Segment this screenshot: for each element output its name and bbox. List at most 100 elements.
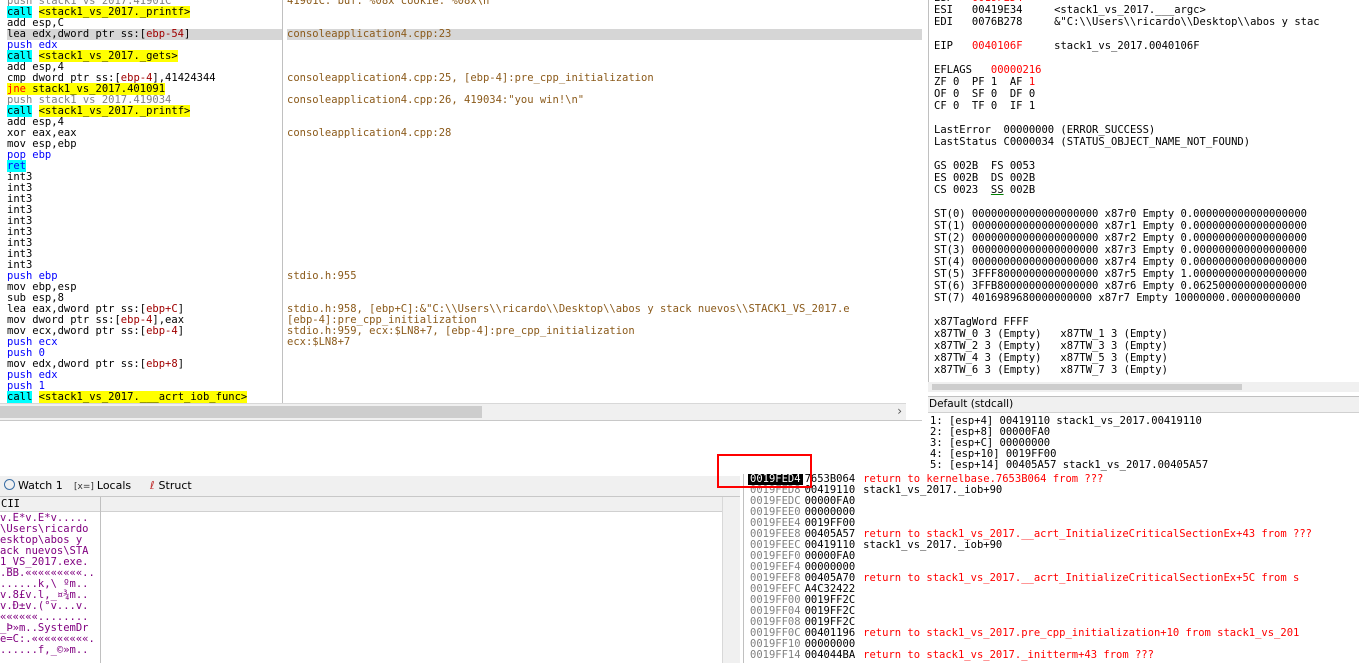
register-row[interactable]: ST(2) 00000000000000000000 x87r2 Empty 0… [934,232,1307,244]
disassembly-comments[interactable]: 41901C:"buf: %08x cookie: %08x\n" console… [282,0,922,403]
comment-row[interactable] [287,194,922,205]
register-row[interactable]: x87TW_2 3 (Empty) x87TW_3 3 (Empty) [934,340,1168,352]
column-divider[interactable] [100,497,101,663]
instruction-row[interactable]: call <stack1_vs_2017.___acrt_iob_func> [7,391,282,403]
scrollbar-thumb[interactable] [0,406,482,418]
instruction-row[interactable]: pop ebp [7,150,282,161]
register-row[interactable]: ST(1) 00000000000000000000 x87r1 Empty 0… [934,220,1307,232]
register-row[interactable]: CS 0023 SS 002B [934,184,1035,196]
comment-row[interactable] [287,238,922,249]
register-row[interactable]: EDI 0076B278 &"C:\\Users\\ricardo\\Deskt… [934,16,1320,28]
register-row[interactable]: OF 0 SF 0 DF 0 [934,88,1035,100]
instruction-row[interactable]: int3 [7,249,282,260]
comment-row[interactable] [287,183,922,194]
locals-icon: [x=] [74,482,94,492]
comment-row[interactable] [287,172,922,183]
disassembly-pane[interactable]: push stack1_vs_2017.41901C call <stack1_v… [0,0,922,403]
register-row[interactable]: LastStatus C0000034 (STATUS_OBJECT_NAME_… [934,136,1250,148]
instruction-row[interactable]: int3 [7,183,282,194]
register-row[interactable]: ST(0) 00000000000000000000 x87r0 Empty 0… [934,208,1307,220]
instruction-row[interactable]: int3 [7,172,282,183]
register-row[interactable]: x87TW_4 3 (Empty) x87TW_5 3 (Empty) [934,352,1168,364]
register-row[interactable]: LastError 00000000 (ERROR_SUCCESS) [934,124,1155,136]
text-segment: x87TagWord FFFF [934,316,1029,328]
register-row[interactable]: x87TagWord FFFF [934,316,1029,328]
comment-row[interactable] [287,392,922,403]
instruction-row[interactable]: int3 [7,238,282,249]
text-segment: ST(6) 3FFB8000000000000000 x87r6 Empty 0… [934,280,1307,292]
dump-vertical-scrollbar[interactable] [722,497,740,663]
tab-locals[interactable]: [x=] Locals [70,476,135,496]
instruction-row[interactable]: int3 [7,194,282,205]
comment-row[interactable] [287,51,922,62]
register-row[interactable]: CF 0 TF 0 IF 1 [934,100,1035,112]
instruction-row[interactable]: int3 [7,227,282,238]
comment-row[interactable] [287,381,922,392]
tab-struct[interactable]: ℓ Struct [146,476,196,496]
text-segment: ] [177,325,185,337]
comment-row[interactable]: 41901C:"buf: %08x cookie: %08x\n" [287,0,922,7]
comment-row[interactable]: ecx:$LN8+7 [287,337,922,348]
comment-row[interactable] [287,216,922,227]
text-segment: CF 0 TF 0 IF 1 [934,100,1036,112]
comment-row[interactable]: stdio.h:955 [287,271,922,282]
tab-watch-1[interactable]: Watch 1 [0,476,67,496]
instruction-row[interactable]: push edx [7,370,282,381]
stack-comment: stack1_vs_2017._iob+90 [863,539,1003,551]
registers-pane[interactable]: ESP 0019FED4ESI 00419E34 <stack1_vs_2017… [928,0,1359,382]
register-row[interactable]: ES 002B DS 002B [934,172,1035,184]
comment-row[interactable] [287,205,922,216]
dump-ascii-column[interactable]: v.Ë*v.Ë*v..... \Users\ricardo esktop\abos … [0,512,100,663]
register-row[interactable]: EIP 0040106F stack1_vs_2017.0040106F [934,40,1200,52]
comment-row[interactable] [287,106,922,117]
comment-row[interactable] [287,249,922,260]
disassembly-horizontal-scrollbar[interactable]: › [0,403,906,420]
memory-dump-pane[interactable]: CII v.Ë*v.Ë*v..... \Users\ricardo esktop\a… [0,497,740,663]
dump-header: CII [0,497,740,512]
comment-row[interactable] [287,139,922,150]
register-row[interactable]: ESI 00419E34 <stack1_vs_2017.___argc> [934,4,1206,16]
comment-row[interactable] [287,282,922,293]
comment-row[interactable] [287,260,922,271]
register-row[interactable]: x87TW_0 3 (Empty) x87TW_1 3 (Empty) [934,328,1168,340]
register-row[interactable]: ST(7) 4016989680000000000 x87r7 Empty 10… [934,292,1301,304]
scrollbar-thumb[interactable] [932,384,1242,390]
instruction-row[interactable]: int3 [7,216,282,227]
comment-row[interactable]: consoleapplication4.cpp:25, [ebp-4]:pre_… [287,73,922,84]
call-convention-pane[interactable]: Default (stdcall) 1: [esp+4] 00419110 st… [928,396,1359,471]
instruction-row[interactable]: push ecx [7,337,282,348]
comment-row[interactable] [287,370,922,381]
comment-row[interactable]: stdio.h:959, ecx:$LN8+7, [ebp-4]:pre_cpp… [287,326,922,337]
call-argument-row[interactable]: 5: [esp+14] 00405A57 stack1_vs_2017.0040… [930,459,1208,471]
comment-row[interactable] [287,150,922,161]
comment-row[interactable] [287,227,922,238]
comment-row[interactable]: consoleapplication4.cpp:23 [287,29,922,40]
stack-row[interactable]: 0019FF14 004044BA return to stack1_vs_2017… [748,650,1154,661]
comment-row[interactable] [287,348,922,359]
call-convention-selector[interactable]: Default (stdcall) [928,397,1359,413]
register-row[interactable]: ST(3) 00000000000000000000 x87r3 Empty 0… [934,244,1307,256]
comment-row[interactable]: consoleapplication4.cpp:26, 419034:"you … [287,95,922,106]
register-row[interactable]: ST(6) 3FFB8000000000000000 x87r6 Empty 0… [934,280,1307,292]
ascii-row[interactable]: ......f,_©»m.. [0,645,89,656]
register-row[interactable]: x87TW_6 3 (Empty) x87TW_7 3 (Empty) [934,364,1168,376]
register-row[interactable]: ZF 0 PF 1 AF 1 [934,76,1035,88]
register-row[interactable]: EFLAGS 00000216 [934,64,1041,76]
text-segment: 002B [1003,184,1036,196]
stack-pane[interactable]: 0019FED4 7653B064 return to kernelbase.765… [743,474,1359,663]
register-row[interactable]: ST(5) 3FFF8000000000000000 x87r5 Empty 1… [934,268,1307,280]
stack-address: 0019FF14 [750,649,801,661]
instruction-row[interactable]: int3 [7,205,282,216]
comment-row[interactable] [287,40,922,51]
registers-horizontal-scrollbar[interactable] [928,382,1359,392]
register-row[interactable]: ST(4) 00000000000000000000 x87r4 Empty 0… [934,256,1307,268]
disassembly-instructions[interactable]: push stack1_vs_2017.41901C call <stack1_v… [0,0,282,403]
comment-row[interactable] [287,359,922,370]
comment-row[interactable]: consoleapplication4.cpp:28 [287,128,922,139]
comment-row[interactable] [287,161,922,172]
text-segment: CS 0023 [934,184,991,196]
register-row[interactable]: GS 002B FS 0053 [934,160,1035,172]
comment-row[interactable] [287,7,922,18]
instruction-row[interactable]: ret [7,160,282,172]
scroll-right-icon[interactable]: › [897,404,902,418]
